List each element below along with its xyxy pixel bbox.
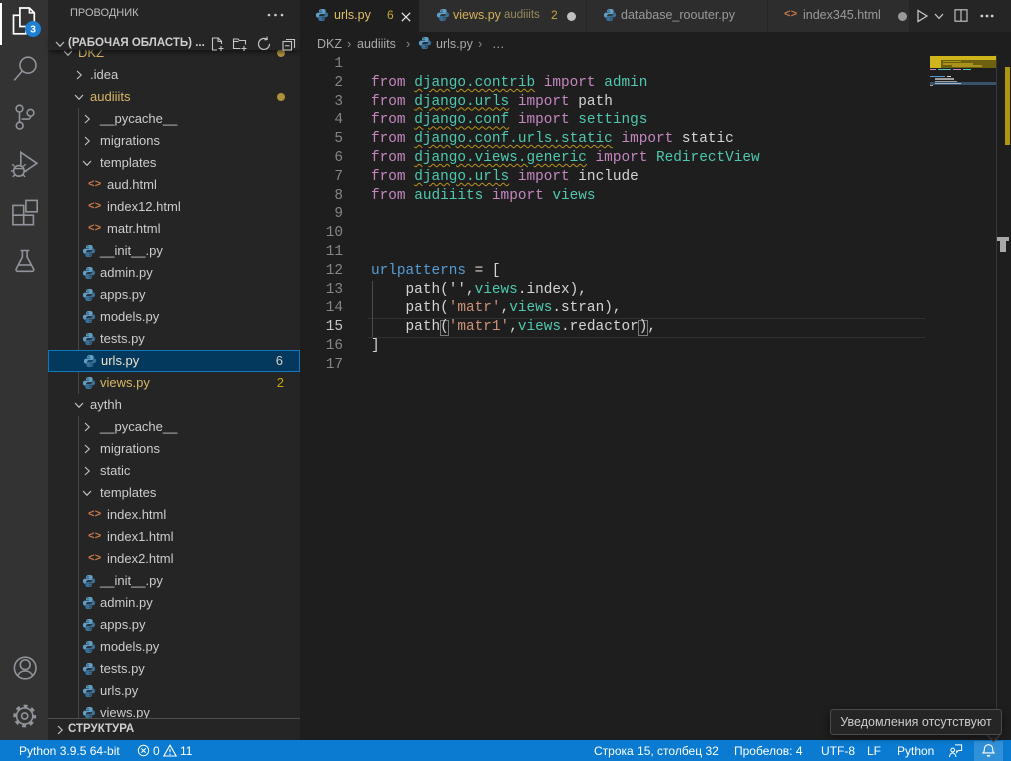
svg-text:3: 3	[30, 24, 36, 36]
